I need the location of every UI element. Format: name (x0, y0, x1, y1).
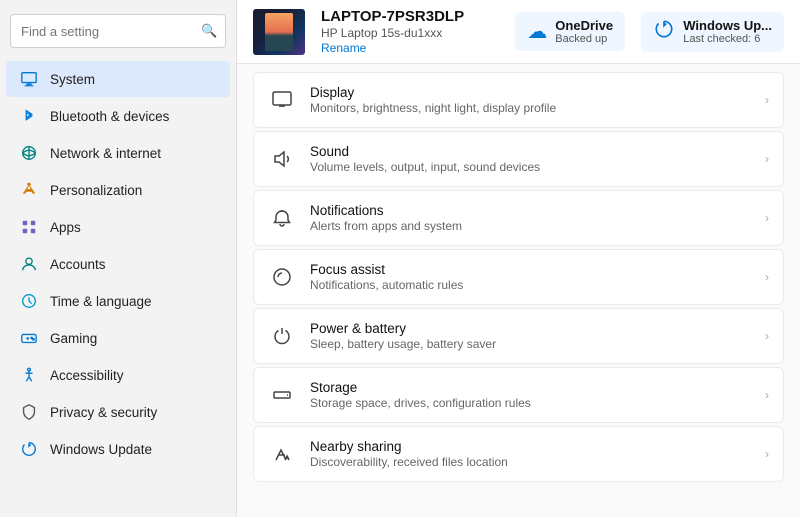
sidebar-item-gaming-label: Gaming (50, 331, 97, 346)
apps-icon (20, 218, 38, 236)
windows-update-card[interactable]: Windows Up... Last checked: 6 (641, 12, 784, 52)
sidebar-item-time[interactable]: Time & language (6, 283, 230, 319)
device-info: LAPTOP-7PSR3DLP HP Laptop 15s-du1xxx Ren… (321, 8, 499, 55)
device-thumbnail (253, 9, 305, 55)
focus-title: Focus assist (310, 262, 463, 277)
display-title: Display (310, 85, 556, 100)
personalization-icon (20, 181, 38, 199)
update-icon (20, 440, 38, 458)
settings-item-nearby[interactable]: Nearby sharing Discoverability, received… (253, 426, 784, 482)
onedrive-icon: ☁ (527, 19, 547, 44)
search-icon: 🔍 (201, 23, 217, 39)
display-subtitle: Monitors, brightness, night light, displ… (310, 101, 556, 115)
power-icon (268, 322, 296, 350)
bluetooth-icon (20, 107, 38, 125)
device-name: LAPTOP-7PSR3DLP (321, 8, 499, 25)
sidebar-item-accounts[interactable]: Accounts (6, 246, 230, 282)
main-panel: LAPTOP-7PSR3DLP HP Laptop 15s-du1xxx Ren… (237, 0, 800, 517)
sidebar-item-privacy-label: Privacy & security (50, 405, 157, 420)
focus-chevron: › (765, 270, 769, 284)
focus-icon (268, 263, 296, 291)
power-chevron: › (765, 329, 769, 343)
header-bar: LAPTOP-7PSR3DLP HP Laptop 15s-du1xxx Ren… (237, 0, 800, 64)
sidebar-item-personalization[interactable]: Personalization (6, 172, 230, 208)
settings-item-power[interactable]: Power & battery Sleep, battery usage, ba… (253, 308, 784, 364)
sidebar-item-personalization-label: Personalization (50, 183, 142, 198)
storage-title: Storage (310, 380, 531, 395)
settings-item-display[interactable]: Display Monitors, brightness, night ligh… (253, 72, 784, 128)
update-status: Last checked: 6 (683, 33, 772, 45)
sidebar-item-accessibility-label: Accessibility (50, 368, 124, 383)
accessibility-icon (20, 366, 38, 384)
sidebar-item-system-label: System (50, 72, 95, 87)
settings-list: Display Monitors, brightness, night ligh… (237, 64, 800, 517)
sidebar-item-accounts-label: Accounts (50, 257, 106, 272)
app-container: 🔍 System Bluetooth & devices (0, 0, 800, 517)
system-icon (20, 70, 38, 88)
display-icon (268, 86, 296, 114)
network-icon (20, 144, 38, 162)
power-title: Power & battery (310, 321, 496, 336)
sidebar-item-network[interactable]: Network & internet (6, 135, 230, 171)
search-input[interactable] (21, 24, 197, 39)
settings-item-storage[interactable]: Storage Storage space, drives, configura… (253, 367, 784, 423)
power-subtitle: Sleep, battery usage, battery saver (310, 337, 496, 351)
update-label: Windows Up... (683, 18, 772, 33)
sidebar-item-update-label: Windows Update (50, 442, 152, 457)
accounts-icon (20, 255, 38, 273)
nearby-title: Nearby sharing (310, 439, 508, 454)
sidebar: 🔍 System Bluetooth & devices (0, 0, 237, 517)
sidebar-item-update[interactable]: Windows Update (6, 431, 230, 467)
sidebar-item-gaming[interactable]: Gaming (6, 320, 230, 356)
sound-chevron: › (765, 152, 769, 166)
settings-item-sound[interactable]: Sound Volume levels, output, input, soun… (253, 131, 784, 187)
storage-icon (268, 381, 296, 409)
notifications-subtitle: Alerts from apps and system (310, 219, 462, 233)
notifications-icon (268, 204, 296, 232)
sound-icon (268, 145, 296, 173)
rename-link[interactable]: Rename (321, 41, 499, 55)
sound-subtitle: Volume levels, output, input, sound devi… (310, 160, 540, 174)
sidebar-nav: System Bluetooth & devices Network & int… (0, 60, 236, 468)
sidebar-item-apps[interactable]: Apps (6, 209, 230, 245)
sidebar-item-time-label: Time & language (50, 294, 152, 309)
onedrive-label: OneDrive (555, 18, 613, 33)
sidebar-item-accessibility[interactable]: Accessibility (6, 357, 230, 393)
sidebar-item-bluetooth[interactable]: Bluetooth & devices (6, 98, 230, 134)
notifications-title: Notifications (310, 203, 462, 218)
sidebar-item-network-label: Network & internet (50, 146, 161, 161)
sidebar-item-apps-label: Apps (50, 220, 81, 235)
nearby-subtitle: Discoverability, received files location (310, 455, 508, 469)
storage-chevron: › (765, 388, 769, 402)
onedrive-status: Backed up (555, 33, 613, 45)
notifications-chevron: › (765, 211, 769, 225)
settings-item-notifications[interactable]: Notifications Alerts from apps and syste… (253, 190, 784, 246)
time-icon (20, 292, 38, 310)
onedrive-card[interactable]: ☁ OneDrive Backed up (515, 12, 625, 51)
sidebar-item-privacy[interactable]: Privacy & security (6, 394, 230, 430)
gaming-icon (20, 329, 38, 347)
search-box[interactable]: 🔍 (10, 14, 226, 48)
privacy-icon (20, 403, 38, 421)
device-model: HP Laptop 15s-du1xxx (321, 26, 499, 40)
sound-title: Sound (310, 144, 540, 159)
sidebar-item-bluetooth-label: Bluetooth & devices (50, 109, 169, 124)
display-chevron: › (765, 93, 769, 107)
sidebar-item-system[interactable]: System (6, 61, 230, 97)
windows-update-icon (653, 18, 675, 46)
storage-subtitle: Storage space, drives, configuration rul… (310, 396, 531, 410)
nearby-chevron: › (765, 447, 769, 461)
focus-subtitle: Notifications, automatic rules (310, 278, 463, 292)
nearby-icon (268, 440, 296, 468)
settings-item-focus[interactable]: Focus assist Notifications, automatic ru… (253, 249, 784, 305)
